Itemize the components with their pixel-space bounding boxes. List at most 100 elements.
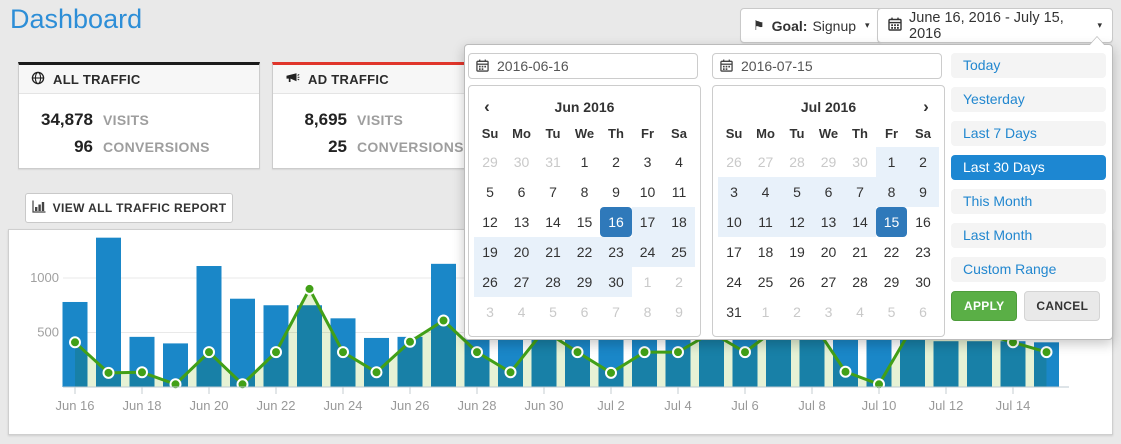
calendar-day[interactable]: 6 [907, 297, 939, 327]
line-marker[interactable] [204, 347, 214, 357]
calendar-day[interactable]: 3 [474, 297, 506, 327]
calendar-day[interactable]: 28 [781, 147, 813, 177]
calendar-day[interactable]: 19 [781, 237, 813, 267]
calendar-day[interactable]: 30 [506, 147, 538, 177]
calendar-day[interactable]: 20 [506, 237, 538, 267]
calendar-day[interactable]: 11 [663, 177, 695, 207]
calendar-day[interactable]: 21 [537, 237, 569, 267]
calendar-day[interactable]: 14 [844, 207, 876, 237]
line-marker[interactable] [104, 368, 114, 378]
calendar-day[interactable]: 26 [718, 147, 750, 177]
calendar-day[interactable]: 6 [813, 177, 845, 207]
calendar-day[interactable]: 6 [506, 177, 538, 207]
calendar-day[interactable]: 25 [750, 267, 782, 297]
calendar-day[interactable]: 4 [663, 147, 695, 177]
calendar-day[interactable]: 11 [750, 207, 782, 237]
calendar-day[interactable]: 16 [907, 207, 939, 237]
calendar-day[interactable]: 27 [506, 267, 538, 297]
calendar-day[interactable]: 15 [876, 207, 908, 237]
range-option-yesterday[interactable]: Yesterday [951, 87, 1106, 112]
calendar-day[interactable]: 23 [600, 237, 632, 267]
calendar-day[interactable]: 23 [907, 237, 939, 267]
calendar-day[interactable]: 1 [750, 297, 782, 327]
calendar-day[interactable]: 7 [537, 177, 569, 207]
line-marker[interactable] [573, 347, 583, 357]
line-marker[interactable] [841, 367, 851, 377]
range-option-this-month[interactable]: This Month [951, 189, 1106, 214]
calendar-day[interactable]: 6 [569, 297, 601, 327]
calendar-day[interactable]: 31 [718, 297, 750, 327]
calendar-day[interactable]: 9 [663, 297, 695, 327]
calendar-day[interactable]: 12 [474, 207, 506, 237]
line-marker[interactable] [372, 367, 382, 377]
end-date-input[interactable] [712, 53, 942, 79]
calendar-day[interactable]: 8 [632, 297, 664, 327]
goal-selector-button[interactable]: ⚑ Goal: Signup ▾ [740, 8, 883, 43]
calendar-day[interactable]: 5 [537, 297, 569, 327]
calendar-day[interactable]: 21 [844, 237, 876, 267]
line-marker[interactable] [338, 347, 348, 357]
line-marker[interactable] [472, 347, 482, 357]
calendar-day[interactable]: 25 [663, 237, 695, 267]
calendar-day[interactable]: 8 [876, 177, 908, 207]
line-marker[interactable] [405, 337, 415, 347]
calendar-day[interactable]: 17 [718, 237, 750, 267]
calendar-day[interactable]: 4 [844, 297, 876, 327]
calendar-day[interactable]: 7 [600, 297, 632, 327]
next-month-button[interactable]: › [914, 95, 938, 119]
calendar-day[interactable]: 4 [506, 297, 538, 327]
calendar-day[interactable]: 18 [750, 237, 782, 267]
view-all-traffic-report-button[interactable]: VIEW ALL TRAFFIC REPORT [25, 193, 233, 223]
calendar-day[interactable]: 1 [569, 147, 601, 177]
calendar-day[interactable]: 28 [537, 267, 569, 297]
line-marker[interactable] [740, 347, 750, 357]
calendar-day[interactable]: 5 [474, 177, 506, 207]
line-marker[interactable] [238, 379, 248, 389]
range-option-last-30-days[interactable]: Last 30 Days [951, 155, 1106, 180]
line-marker[interactable] [271, 347, 281, 357]
calendar-day[interactable]: 5 [781, 177, 813, 207]
calendar-day[interactable]: 20 [813, 237, 845, 267]
line-marker[interactable] [506, 367, 516, 377]
cancel-button[interactable]: CANCEL [1024, 291, 1100, 321]
line-marker[interactable] [1042, 347, 1052, 357]
calendar-day[interactable]: 27 [813, 267, 845, 297]
calendar-day[interactable]: 14 [537, 207, 569, 237]
calendar-day[interactable]: 2 [663, 267, 695, 297]
calendar-day[interactable]: 2 [600, 147, 632, 177]
calendar-day[interactable]: 18 [663, 207, 695, 237]
calendar-day[interactable]: 1 [876, 147, 908, 177]
line-marker[interactable] [673, 347, 683, 357]
apply-button[interactable]: APPLY [951, 291, 1017, 321]
date-range-button[interactable]: June 16, 2016 - July 15, 2016 ▾ [877, 8, 1113, 43]
calendar-day[interactable]: 28 [844, 267, 876, 297]
calendar-day[interactable]: 22 [569, 237, 601, 267]
calendar-day[interactable]: 1 [632, 267, 664, 297]
line-marker[interactable] [137, 367, 147, 377]
prev-month-button[interactable]: ‹ [475, 95, 499, 119]
line-marker[interactable] [305, 284, 315, 294]
calendar-day[interactable]: 9 [907, 177, 939, 207]
calendar-day[interactable]: 4 [750, 177, 782, 207]
calendar-day[interactable]: 3 [718, 177, 750, 207]
calendar-day[interactable]: 13 [813, 207, 845, 237]
calendar-day[interactable]: 19 [474, 237, 506, 267]
line-marker[interactable] [171, 379, 181, 389]
calendar-day[interactable]: 26 [781, 267, 813, 297]
calendar-day[interactable]: 27 [750, 147, 782, 177]
calendar-day[interactable]: 24 [632, 237, 664, 267]
calendar-day[interactable]: 7 [844, 177, 876, 207]
line-marker[interactable] [439, 316, 449, 326]
calendar-day[interactable]: 2 [781, 297, 813, 327]
calendar-day[interactable]: 2 [907, 147, 939, 177]
range-option-today[interactable]: Today [951, 53, 1106, 78]
calendar-day[interactable]: 5 [876, 297, 908, 327]
calendar-day[interactable]: 3 [632, 147, 664, 177]
calendar-day[interactable]: 30 [907, 267, 939, 297]
range-option-last-month[interactable]: Last Month [951, 223, 1106, 248]
calendar-day[interactable]: 17 [632, 207, 664, 237]
calendar-day[interactable]: 29 [569, 267, 601, 297]
line-marker[interactable] [70, 337, 80, 347]
calendar-day[interactable]: 10 [718, 207, 750, 237]
bar[interactable] [230, 299, 255, 387]
